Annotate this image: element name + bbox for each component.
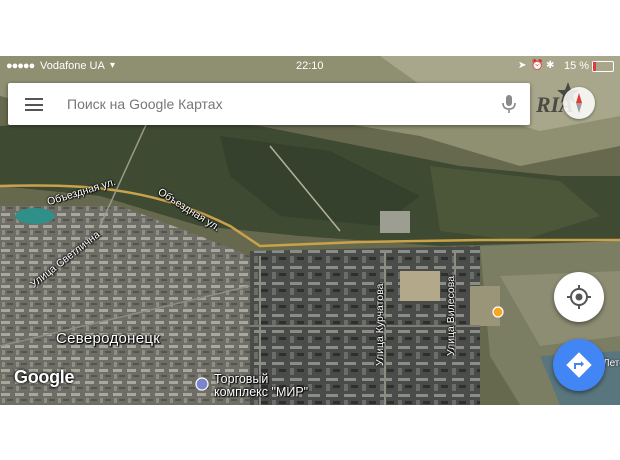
battery-icon [592,61,614,72]
wifi-icon: ▾ [110,60,116,71]
microphone-icon[interactable] [501,94,517,114]
menu-icon[interactable] [25,98,43,111]
street-label: Улица Курчатова [374,283,386,367]
bluetooth-icon: ✱ [546,60,555,71]
carrier-label: Vodafone UA [40,60,105,72]
alarm-icon: ⏰ [531,60,544,71]
crosshair-icon [567,285,591,309]
poi-label-line: комплекс "МИР" [214,385,309,399]
compass-icon [576,93,582,113]
signal-icon: ●●●●● [6,60,35,72]
directions-icon [566,352,592,378]
edge-label: Лето [603,358,620,369]
my-location-button[interactable] [554,272,604,322]
status-bar: ●●●●● Vodafone UA ▾ 22:10 ➤ ⏰ ✱ 15 % [0,56,620,76]
battery-percent: 15 % [564,60,590,72]
google-logo: Google [14,367,75,387]
directions-button[interactable] [553,339,605,391]
search-bar[interactable]: Поиск на Google Картах [8,83,530,125]
search-input[interactable]: Поиск на Google Картах [67,83,223,125]
poi-label[interactable]: Торговый комплекс "МИР" [214,373,308,399]
compass-button[interactable] [563,87,595,119]
city-label: Северодонецк [56,330,161,347]
location-arrow-icon: ➤ [518,60,527,71]
clock: 22:10 [296,60,324,72]
street-label: Улица Вилесова [445,275,457,356]
